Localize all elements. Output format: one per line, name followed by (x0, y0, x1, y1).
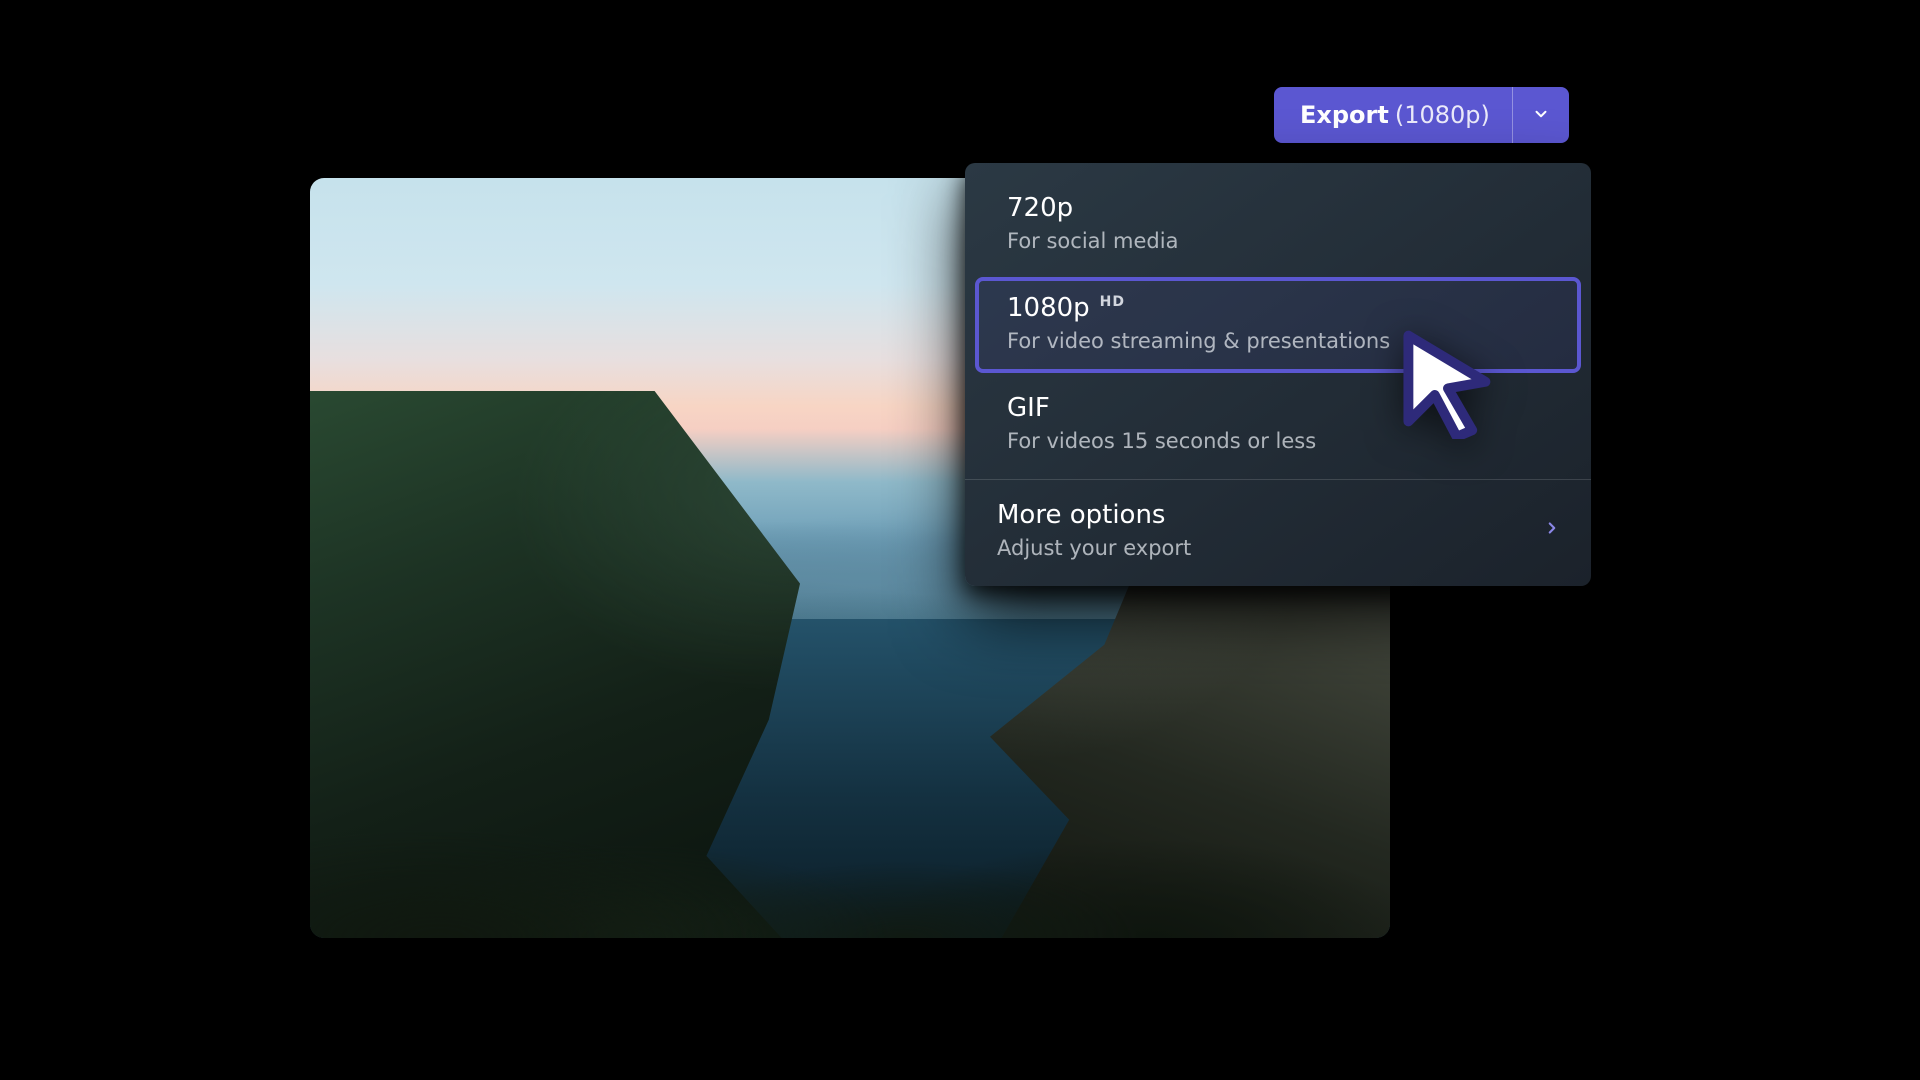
export-option-title: 720p (1007, 193, 1073, 223)
chevron-down-icon (1532, 101, 1550, 129)
export-option-subtitle: For video streaming & presentations (1007, 329, 1549, 353)
export-button[interactable]: Export (1080p) (1274, 87, 1512, 143)
hd-badge: HD (1100, 294, 1125, 310)
export-option-subtitle: For social media (1007, 229, 1549, 253)
export-button-label: Export (1300, 101, 1389, 129)
export-option-720p[interactable]: 720p For social media (975, 179, 1581, 271)
export-option-title: GIF (1007, 393, 1050, 423)
export-option-subtitle: For videos 15 seconds or less (1007, 429, 1549, 453)
export-option-title: 1080p (1007, 293, 1090, 323)
export-option-gif[interactable]: GIF For videos 15 seconds or less (975, 379, 1581, 471)
export-options-menu: 720p For social media 1080p HD For video… (965, 163, 1591, 586)
more-options-title: More options (997, 500, 1191, 530)
export-more-options[interactable]: More options Adjust your export (965, 480, 1591, 586)
chevron-right-icon (1543, 519, 1561, 541)
export-dropdown-toggle[interactable] (1513, 87, 1569, 143)
more-options-subtitle: Adjust your export (997, 536, 1191, 560)
export-button-setting: (1080p) (1395, 101, 1490, 129)
export-option-1080p[interactable]: 1080p HD For video streaming & presentat… (975, 277, 1581, 373)
export-split-button: Export (1080p) (1274, 87, 1569, 143)
